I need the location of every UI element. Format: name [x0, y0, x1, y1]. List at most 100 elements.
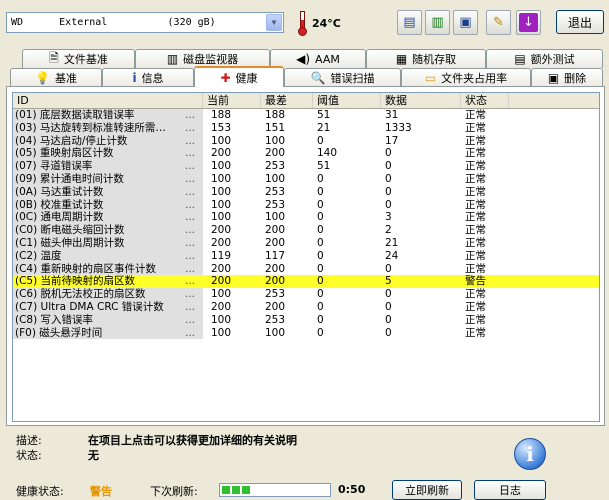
cell-data: 0 [385, 160, 392, 173]
tab-label: 基准 [54, 72, 77, 85]
cell-status: 正常 [465, 160, 486, 173]
tab-file-benchmark[interactable]: 🗎 文件基准 [22, 49, 135, 68]
cell-threshold: 0 [317, 224, 324, 237]
table-row[interactable]: (C2) 温度... 119 117 0 24 正常 [13, 249, 599, 263]
refresh-now-button[interactable]: 立即刷新 [392, 480, 462, 500]
drive-select[interactable]: WD External (320 gB) ▼ [6, 12, 284, 33]
bulb-icon: 💡 [35, 71, 50, 85]
table-row[interactable]: (C1) 磁头伸出周期计数... 200 200 0 21 正常 [13, 236, 599, 250]
cell-worst: 253 [265, 198, 286, 211]
cell-status: 正常 [465, 236, 486, 249]
tab-random-access[interactable]: ▦ 随机存取 [366, 49, 486, 68]
cell-data: 0 [385, 262, 392, 275]
log-button[interactable]: 日志 [474, 480, 546, 500]
cell-current: 100 [211, 160, 232, 173]
ellipsis-marker: ... [185, 262, 196, 275]
table-row[interactable]: (05) 重映射扇区计数... 200 200 140 0 正常 [13, 147, 599, 161]
tab-error-scan[interactable]: 🔍 错误扫描 [284, 68, 401, 87]
column-header-worst[interactable]: 最差 [261, 93, 313, 108]
tab-benchmark[interactable]: 💡 基准 [10, 68, 102, 87]
cell-status: 正常 [465, 147, 486, 160]
column-header-status[interactable]: 状态 [461, 93, 509, 108]
cell-status: 正常 [465, 288, 486, 301]
cell-id: (C8) 写入错误率... [13, 313, 203, 327]
minimize-to-tray-button[interactable]: ↓ [516, 10, 541, 35]
table-row[interactable]: (C7) Ultra DMA CRC 错误计数... 200 200 0 0 正常 [13, 300, 599, 314]
cell-data: 0 [385, 326, 392, 339]
cell-data: 1333 [385, 121, 412, 134]
cell-worst: 200 [265, 224, 286, 237]
table-row[interactable]: (07) 寻道错误率... 100 253 51 0 正常 [13, 160, 599, 173]
table-row[interactable]: (C4) 重新映射的扇区事件计数... 200 200 0 0 正常 [13, 262, 599, 276]
tab-erase[interactable]: ▣ 删除 [531, 68, 603, 87]
cell-worst: 200 [265, 147, 286, 160]
save-button[interactable]: ▣ [453, 10, 478, 35]
cell-id: (0B) 校准重试计数... [13, 198, 203, 212]
copy-screenshot-button[interactable]: ▥ [425, 10, 450, 35]
health-cross-icon: ✚ [220, 70, 231, 85]
magnifier-icon: 🔍 [310, 71, 326, 85]
chevron-down-icon[interactable]: ▼ [266, 14, 282, 31]
cell-worst: 100 [265, 172, 286, 185]
attribute-name: (03) 马达旋转到标准转速所需… [15, 121, 166, 134]
attribute-name: (0B) 校准重试计数 [15, 198, 104, 211]
tab-info[interactable]: i 信息 [102, 68, 194, 87]
exit-button-label: 退出 [567, 15, 592, 30]
options-button[interactable]: ✎ [486, 10, 511, 35]
table-row[interactable]: (01) 底层数据读取错误率... 188 188 51 31 正常 [13, 109, 599, 122]
table-row[interactable]: (F0) 磁头悬浮时间... 100 100 0 0 正常 [13, 326, 599, 340]
column-header-id[interactable]: ID [13, 93, 203, 108]
cell-status: 正常 [465, 172, 486, 185]
tab-label: 删除 [564, 72, 587, 85]
table-row[interactable]: (0B) 校准重试计数... 100 253 0 0 正常 [13, 198, 599, 212]
cell-current: 200 [211, 147, 232, 160]
table-row[interactable]: (04) 马达启动/停止计数... 100 100 0 17 正常 [13, 134, 599, 148]
cell-current: 200 [211, 224, 232, 237]
tab-folder-usage[interactable]: ▭ 文件夹占用率 [401, 68, 531, 87]
cell-current: 200 [211, 262, 232, 275]
tab-aam[interactable]: ◀) AAM [270, 49, 366, 68]
progress-segment [242, 486, 250, 494]
ellipsis-marker: ... [185, 109, 196, 121]
attribute-name: (0A) 马达重试计数 [15, 185, 104, 198]
tab-extra-tests[interactable]: ▤ 额外测试 [486, 49, 603, 68]
exit-button[interactable]: 退出 [556, 10, 604, 34]
cell-id: (C2) 温度... [13, 249, 203, 263]
info-icon: i [514, 438, 546, 470]
state-label: 状态: [16, 449, 42, 462]
attribute-name: (C4) 重新映射的扇区事件计数 [15, 262, 157, 275]
refresh-progress-bar [219, 483, 331, 497]
tab-health[interactable]: ✚ 健康 [194, 66, 284, 87]
smart-table[interactable]: ID 当前 最差 阈值 数据 状态 (01) 底层数据读取错误率... 188 18… [12, 92, 600, 422]
cell-threshold: 0 [317, 211, 324, 224]
table-row[interactable]: (03) 马达旋转到标准转速所需…... 153 151 21 1333 正常 [13, 121, 599, 135]
cell-current: 100 [211, 185, 232, 198]
cell-status: 正常 [465, 121, 486, 134]
cell-status: 正常 [465, 249, 486, 262]
table-row[interactable]: (C5) 当前待映射的扇区数... 200 200 0 5 警告 [13, 275, 599, 289]
cell-data: 0 [385, 288, 392, 301]
table-row[interactable]: (0A) 马达重试计数... 100 253 0 0 正常 [13, 185, 599, 199]
copy-text-button[interactable]: ▤ [397, 10, 422, 35]
cell-threshold: 21 [317, 121, 331, 134]
column-header-data[interactable]: 数据 [381, 93, 461, 108]
table-row[interactable]: (C6) 脱机无法校正的扇区数... 100 253 0 0 正常 [13, 288, 599, 301]
table-row[interactable]: (C8) 写入错误率... 100 253 0 0 正常 [13, 313, 599, 327]
column-header-current[interactable]: 当前 [203, 93, 261, 108]
toolbar: WD External (320 gB) ▼ 24°C ▤ ▥ ▣ ✎ ↓ 退出 [0, 0, 609, 44]
delete-icon: ▣ [547, 71, 560, 85]
cell-data: 17 [385, 134, 399, 147]
tab-label: AAM [315, 52, 340, 66]
table-row[interactable]: (09) 累计通电时间计数... 100 100 0 0 正常 [13, 172, 599, 186]
temperature-display: 24°C [295, 9, 355, 37]
cell-worst: 200 [265, 262, 286, 275]
column-header-threshold[interactable]: 阈值 [313, 93, 381, 108]
cell-current: 119 [211, 249, 232, 262]
cell-current: 200 [211, 236, 232, 249]
tab-label: 健康 [235, 71, 258, 85]
cell-id: (09) 累计通电时间计数... [13, 172, 203, 186]
table-row[interactable]: (C0) 断电磁头缩回计数... 200 200 0 2 正常 [13, 224, 599, 237]
table-row[interactable]: (0C) 通电周期计数... 100 100 0 3 正常 [13, 211, 599, 225]
cell-id: (C4) 重新映射的扇区事件计数... [13, 262, 203, 276]
cell-threshold: 51 [317, 109, 331, 121]
